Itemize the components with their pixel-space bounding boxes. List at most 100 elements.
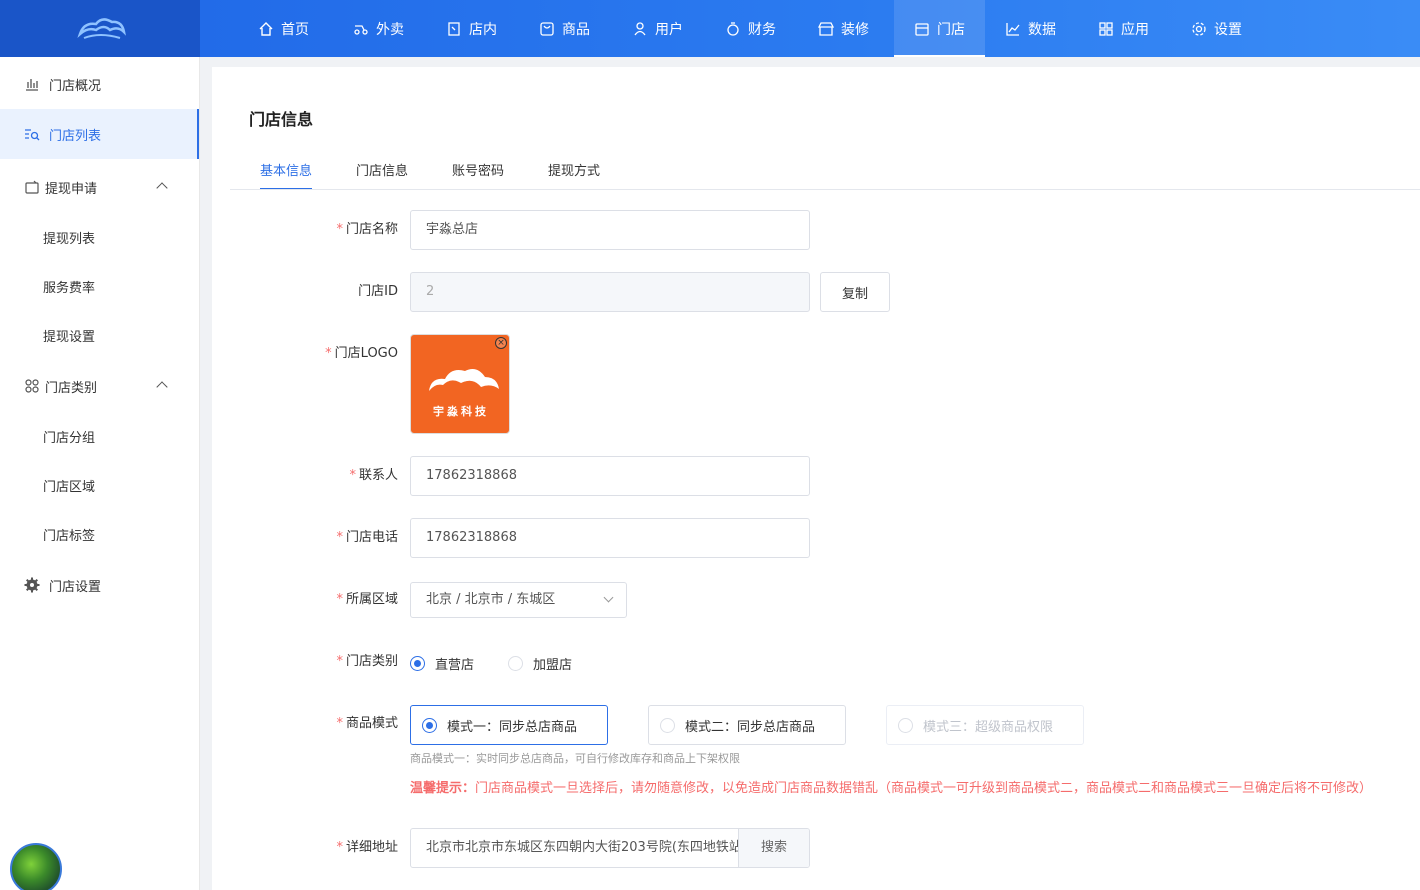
nav-label: 商品	[562, 21, 590, 38]
store-name-input[interactable]: 宇淼总店	[410, 210, 810, 250]
sidebar-item-withdraw-settings[interactable]: 提现设置	[43, 315, 95, 355]
nav-decorate[interactable]: 装修	[818, 0, 869, 57]
copy-button[interactable]: 复制	[820, 272, 890, 312]
nav-label: 首页	[281, 21, 309, 38]
sidebar-item-label: 提现列表	[43, 231, 96, 247]
mode-three-option: 模式三：超级商品权限	[886, 705, 1084, 745]
home-icon	[259, 21, 273, 36]
cloud-logo-icon	[77, 18, 126, 39]
logo-text: 宇淼科技	[433, 405, 489, 418]
remove-logo-icon[interactable]: ×	[495, 337, 507, 349]
dine-in-icon	[448, 21, 460, 36]
chevron-up-icon	[156, 381, 168, 393]
sidebar-item-label: 门店标签	[43, 528, 96, 544]
decorate-icon	[818, 21, 834, 36]
sidebar-item-label: 门店类别	[45, 380, 98, 396]
radio-direct-store[interactable]: 直营店	[410, 654, 474, 673]
sidebar-item-settings[interactable]: 门店设置	[0, 560, 199, 610]
radio-dot	[422, 717, 437, 733]
nav-user[interactable]: 用户	[632, 0, 683, 57]
finance-icon	[727, 21, 739, 36]
tab-store-info[interactable]: 门店信息	[356, 160, 408, 190]
sidebar-item-tags[interactable]: 门店标签	[43, 514, 95, 554]
contact-input[interactable]: 17862318868	[410, 456, 810, 496]
address-label: * 详细地址	[336, 840, 398, 855]
brand-logo[interactable]	[0, 0, 200, 57]
tabs-divider	[230, 189, 1420, 190]
search-button[interactable]: 搜索	[738, 829, 809, 867]
region-value: 北京 / 北京市 / 东城区	[426, 592, 556, 607]
sidebar-item-label: 提现设置	[43, 329, 96, 345]
tab-withdraw-method[interactable]: 提现方式	[548, 160, 600, 190]
sidebar-item-category[interactable]: 门店类别	[0, 361, 199, 411]
bar-chart-icon	[26, 79, 38, 91]
mode-two-option[interactable]: 模式二：同步总店商品	[648, 705, 846, 745]
top-navbar: 首页 外卖 店内 商品 用户 财务 装修 门店 数据 应用 设置	[0, 0, 1420, 57]
user-icon	[634, 21, 646, 35]
nav-store[interactable]: 门店	[894, 0, 985, 57]
nav-label: 财务	[748, 21, 776, 38]
gear-icon	[24, 577, 40, 593]
category-label: * 门店类别	[336, 654, 398, 669]
nav-finance[interactable]: 财务	[725, 0, 776, 57]
sidebar-item-region[interactable]: 门店区域	[43, 465, 95, 505]
phone-input[interactable]: 17862318868	[410, 518, 810, 558]
phone-label: * 门店电话	[336, 530, 398, 545]
nav-label: 用户	[655, 21, 683, 38]
sidebar-item-label: 门店分组	[43, 430, 96, 446]
store-id-label: 门店ID	[358, 284, 398, 299]
sidebar-item-withdraw-list[interactable]: 提现列表	[43, 217, 95, 257]
nav-label: 外卖	[376, 21, 404, 38]
apps-icon	[1099, 21, 1113, 36]
nav-apps[interactable]: 应用	[1098, 0, 1149, 57]
tab-account-password[interactable]: 账号密码	[452, 160, 504, 190]
mode-hint: 商品模式一：实时同步总店商品，可自行修改库存和商品上下架权限	[410, 752, 740, 765]
tab-basic-info[interactable]: 基本信息	[260, 160, 313, 190]
nav-label: 门店	[937, 21, 965, 38]
sidebar-item-store-list[interactable]: 门店列表	[0, 109, 199, 159]
nav-label: 设置	[1214, 21, 1242, 38]
store-name-label: * 门店名称	[336, 222, 398, 237]
mode-warning: 温馨提示：门店商品模式一旦选择后，请勿随意修改，以免造成门店商品数据错乱（商品模…	[410, 781, 1373, 796]
address-input[interactable]: 北京市北京市东城区东四朝内大街203号院(东四地铁站	[411, 829, 738, 867]
chart-icon	[1006, 22, 1020, 36]
list-search-icon	[25, 129, 40, 141]
nav-label: 数据	[1028, 21, 1056, 38]
sidebar-item-service-fee[interactable]: 服务费率	[43, 266, 95, 306]
sidebar-item-label: 提现申请	[45, 181, 98, 197]
nav-delivery[interactable]: 外卖	[353, 0, 404, 57]
sidebar-item-group[interactable]: 门店分组	[43, 416, 95, 456]
nav-label: 装修	[841, 21, 869, 38]
nav-home[interactable]: 首页	[258, 0, 309, 57]
region-select[interactable]: 北京 / 北京市 / 东城区	[410, 582, 627, 618]
sidebar-item-label: 门店概况	[49, 78, 102, 94]
sidebar-item-withdraw[interactable]: 提现申请	[0, 162, 199, 212]
avatar[interactable]	[10, 843, 62, 890]
radio-dot	[508, 656, 523, 671]
nav-label: 应用	[1121, 21, 1149, 38]
nav-label: 店内	[469, 21, 497, 38]
delivery-icon	[354, 24, 368, 35]
sidebar-item-overview[interactable]: 门店概况	[0, 59, 199, 109]
sidebar-item-label: 服务费率	[43, 280, 96, 296]
sidebar: 门店概况 门店列表 提现申请 提现列表 服务费率 提现设置 门店类别 门店分组 …	[0, 57, 200, 890]
settings-icon	[1192, 21, 1206, 36]
radio-dot	[410, 656, 425, 671]
wallet-icon	[25, 180, 39, 194]
contact-label: * 联系人	[349, 468, 398, 483]
store-logo-upload[interactable]: 宇淼科技 ×	[410, 334, 510, 434]
chevron-down-icon	[603, 592, 614, 603]
mode-one-option[interactable]: 模式一：同步总店商品	[410, 705, 608, 745]
radio-franchise-store[interactable]: 加盟店	[508, 654, 572, 673]
radio-dot	[898, 717, 913, 733]
nav-data[interactable]: 数据	[1005, 0, 1056, 57]
page-title: 门店信息	[249, 110, 314, 129]
nav-settings[interactable]: 设置	[1191, 0, 1242, 57]
store-logo-label: * 门店LOGO	[325, 346, 398, 361]
nav-product[interactable]: 商品	[539, 0, 590, 57]
radio-dot	[660, 717, 675, 733]
nav-dine-in[interactable]: 店内	[446, 0, 497, 57]
address-field: 北京市北京市东城区东四朝内大街203号院(东四地铁站 搜索	[410, 828, 810, 868]
product-mode-label: * 商品模式	[336, 716, 398, 731]
sidebar-item-label: 门店列表	[49, 128, 102, 144]
